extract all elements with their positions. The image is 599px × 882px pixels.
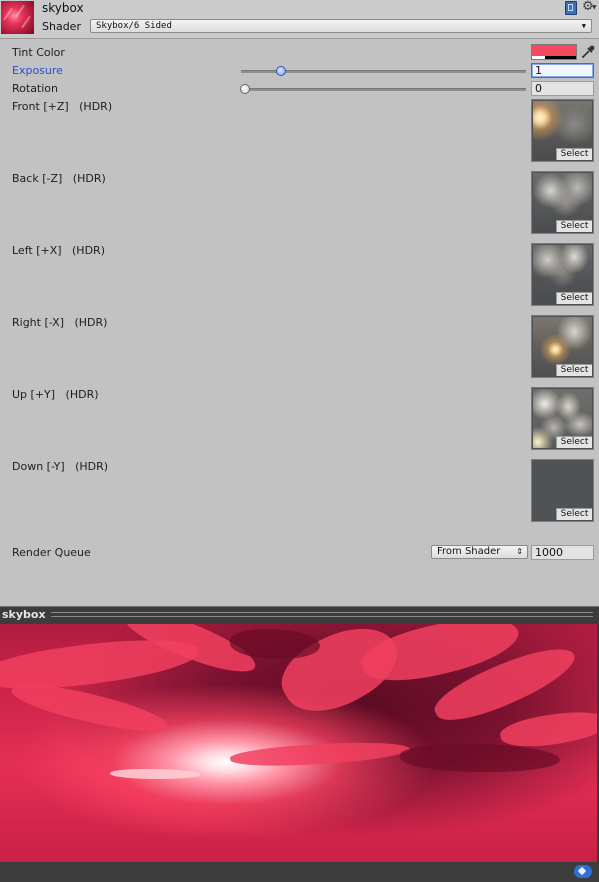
down-texture-slot[interactable]: Select bbox=[531, 459, 594, 522]
up-texture-label: Up [+Y] (HDR) bbox=[12, 388, 99, 401]
exposure-slider-thumb[interactable] bbox=[275, 66, 286, 76]
render-queue-dropdown[interactable]: From Shader ⇕ bbox=[431, 545, 528, 559]
cloud bbox=[230, 629, 320, 659]
material-thumbnail bbox=[1, 1, 34, 34]
preview-title: skybox bbox=[2, 608, 46, 621]
right-texture-label: Right [-X] (HDR) bbox=[12, 316, 108, 329]
tag-icon[interactable] bbox=[574, 865, 592, 878]
back-texture-slot[interactable]: Select bbox=[531, 171, 594, 234]
preview-footer bbox=[0, 862, 599, 882]
rotation-field[interactable]: 0 bbox=[531, 81, 594, 96]
front-texture-label: Front [+Z] (HDR) bbox=[12, 100, 113, 113]
up-texture-slot[interactable]: Select bbox=[531, 387, 594, 450]
select-button[interactable]: Select bbox=[556, 508, 592, 520]
skybox-preview[interactable] bbox=[0, 624, 599, 862]
dropdown-arrow-icon: ▼ bbox=[592, 4, 597, 11]
rotation-label: Rotation bbox=[12, 82, 59, 95]
shader-label: Shader bbox=[42, 20, 81, 33]
material-inspector: skybox Shader Skybox/6 Sided ▼ ⚙ ▼ Tint C… bbox=[0, 0, 599, 882]
select-button[interactable]: Select bbox=[556, 292, 592, 304]
cloud bbox=[229, 737, 411, 771]
render-queue-mode: From Shader bbox=[437, 546, 501, 557]
dropdown-arrow-icon: ▼ bbox=[581, 22, 586, 30]
gear-icon[interactable]: ⚙ ▼ bbox=[582, 0, 597, 14]
dropdown-arrow-icon: ⇕ bbox=[516, 547, 523, 556]
drag-handle[interactable] bbox=[51, 612, 593, 617]
render-queue-field[interactable]: 1000 bbox=[531, 545, 594, 560]
cloud bbox=[8, 677, 172, 739]
tint-color-field[interactable] bbox=[531, 44, 577, 60]
preview-header[interactable]: skybox bbox=[0, 606, 599, 624]
exposure-field[interactable]: 1 bbox=[531, 63, 594, 78]
back-texture-label: Back [-Z] (HDR) bbox=[12, 172, 106, 185]
down-texture-label: Down [-Y] (HDR) bbox=[12, 460, 109, 473]
select-button[interactable]: Select bbox=[556, 364, 592, 376]
book-icon[interactable] bbox=[565, 1, 577, 15]
select-button[interactable]: Select bbox=[556, 436, 592, 448]
select-button[interactable]: Select bbox=[556, 148, 592, 160]
right-texture-slot[interactable]: Select bbox=[531, 315, 594, 378]
shader-dropdown[interactable]: Skybox/6 Sided ▼ bbox=[90, 19, 592, 33]
front-texture-slot[interactable]: Select bbox=[531, 99, 594, 162]
material-name: skybox bbox=[42, 1, 84, 15]
render-queue-label: Render Queue bbox=[12, 546, 91, 559]
select-button[interactable]: Select bbox=[556, 220, 592, 232]
inspector-header: skybox Shader Skybox/6 Sided ▼ ⚙ ▼ bbox=[0, 0, 599, 39]
shader-dropdown-value: Skybox/6 Sided bbox=[96, 21, 172, 31]
left-texture-label: Left [+X] (HDR) bbox=[12, 244, 105, 257]
cloud bbox=[110, 769, 200, 779]
exposure-label: Exposure bbox=[12, 64, 63, 77]
left-texture-slot[interactable]: Select bbox=[531, 243, 594, 306]
cloud bbox=[400, 744, 560, 772]
alpha-bar bbox=[532, 56, 576, 59]
rotation-slider-track[interactable] bbox=[241, 88, 526, 91]
tint-color-label: Tint Color bbox=[12, 46, 65, 59]
eyedropper-icon[interactable] bbox=[580, 44, 596, 60]
rotation-slider-thumb[interactable] bbox=[240, 84, 250, 94]
